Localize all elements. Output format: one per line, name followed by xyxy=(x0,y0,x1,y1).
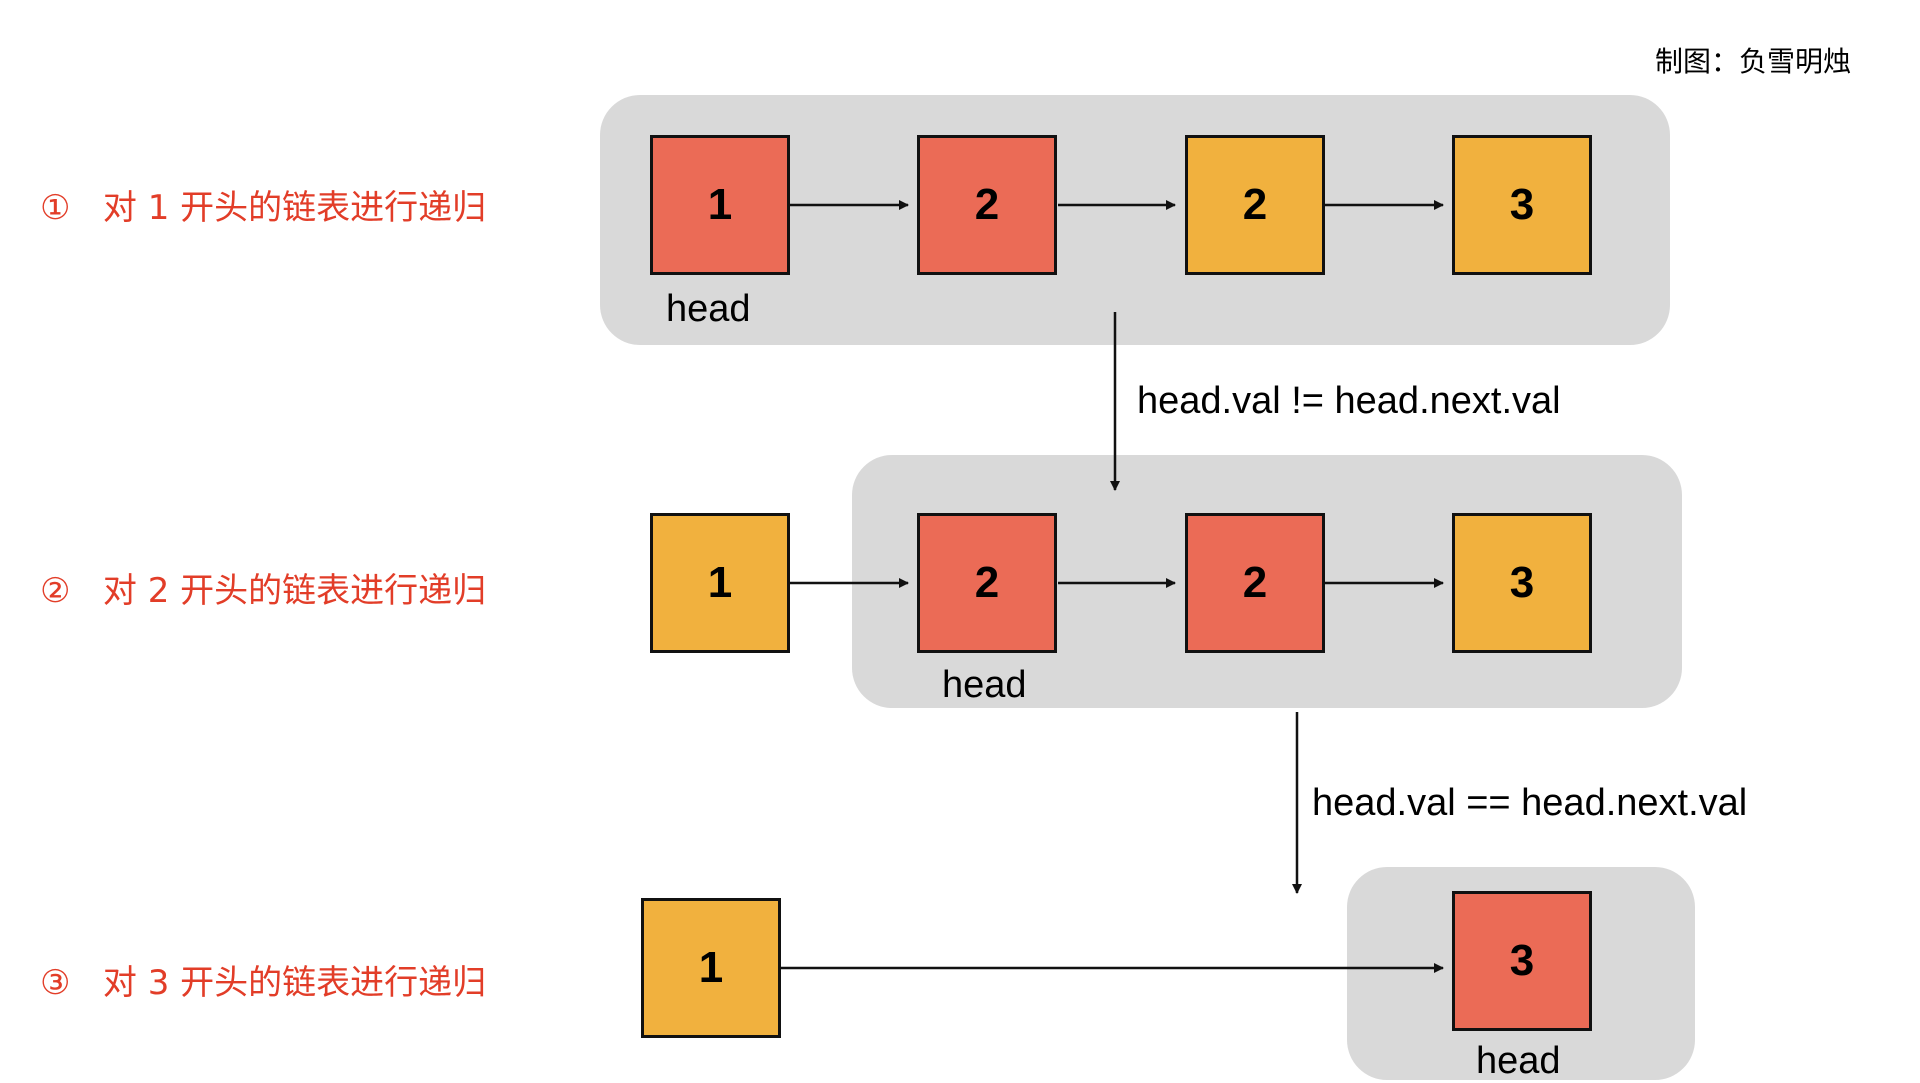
transition-2-condition: head.val == head.next.val xyxy=(1312,782,1748,824)
row1-head-label: head xyxy=(666,288,751,330)
row1-node-4: 3 xyxy=(1452,135,1592,275)
row3-head-label: head xyxy=(1476,1040,1561,1082)
row2-head-label: head xyxy=(942,664,1027,706)
row2-node-3: 2 xyxy=(1185,513,1325,653)
row1-node-2: 2 xyxy=(917,135,1057,275)
row1-node-1: 1 xyxy=(650,135,790,275)
row3-node-1: 1 xyxy=(641,898,781,1038)
row3-node-2: 3 xyxy=(1452,891,1592,1031)
transition-1-condition: head.val != head.next.val xyxy=(1137,380,1561,422)
row1-node-3: 2 xyxy=(1185,135,1325,275)
row2-node-2: 2 xyxy=(917,513,1057,653)
row2-node-4: 3 xyxy=(1452,513,1592,653)
row2-node-1: 1 xyxy=(650,513,790,653)
